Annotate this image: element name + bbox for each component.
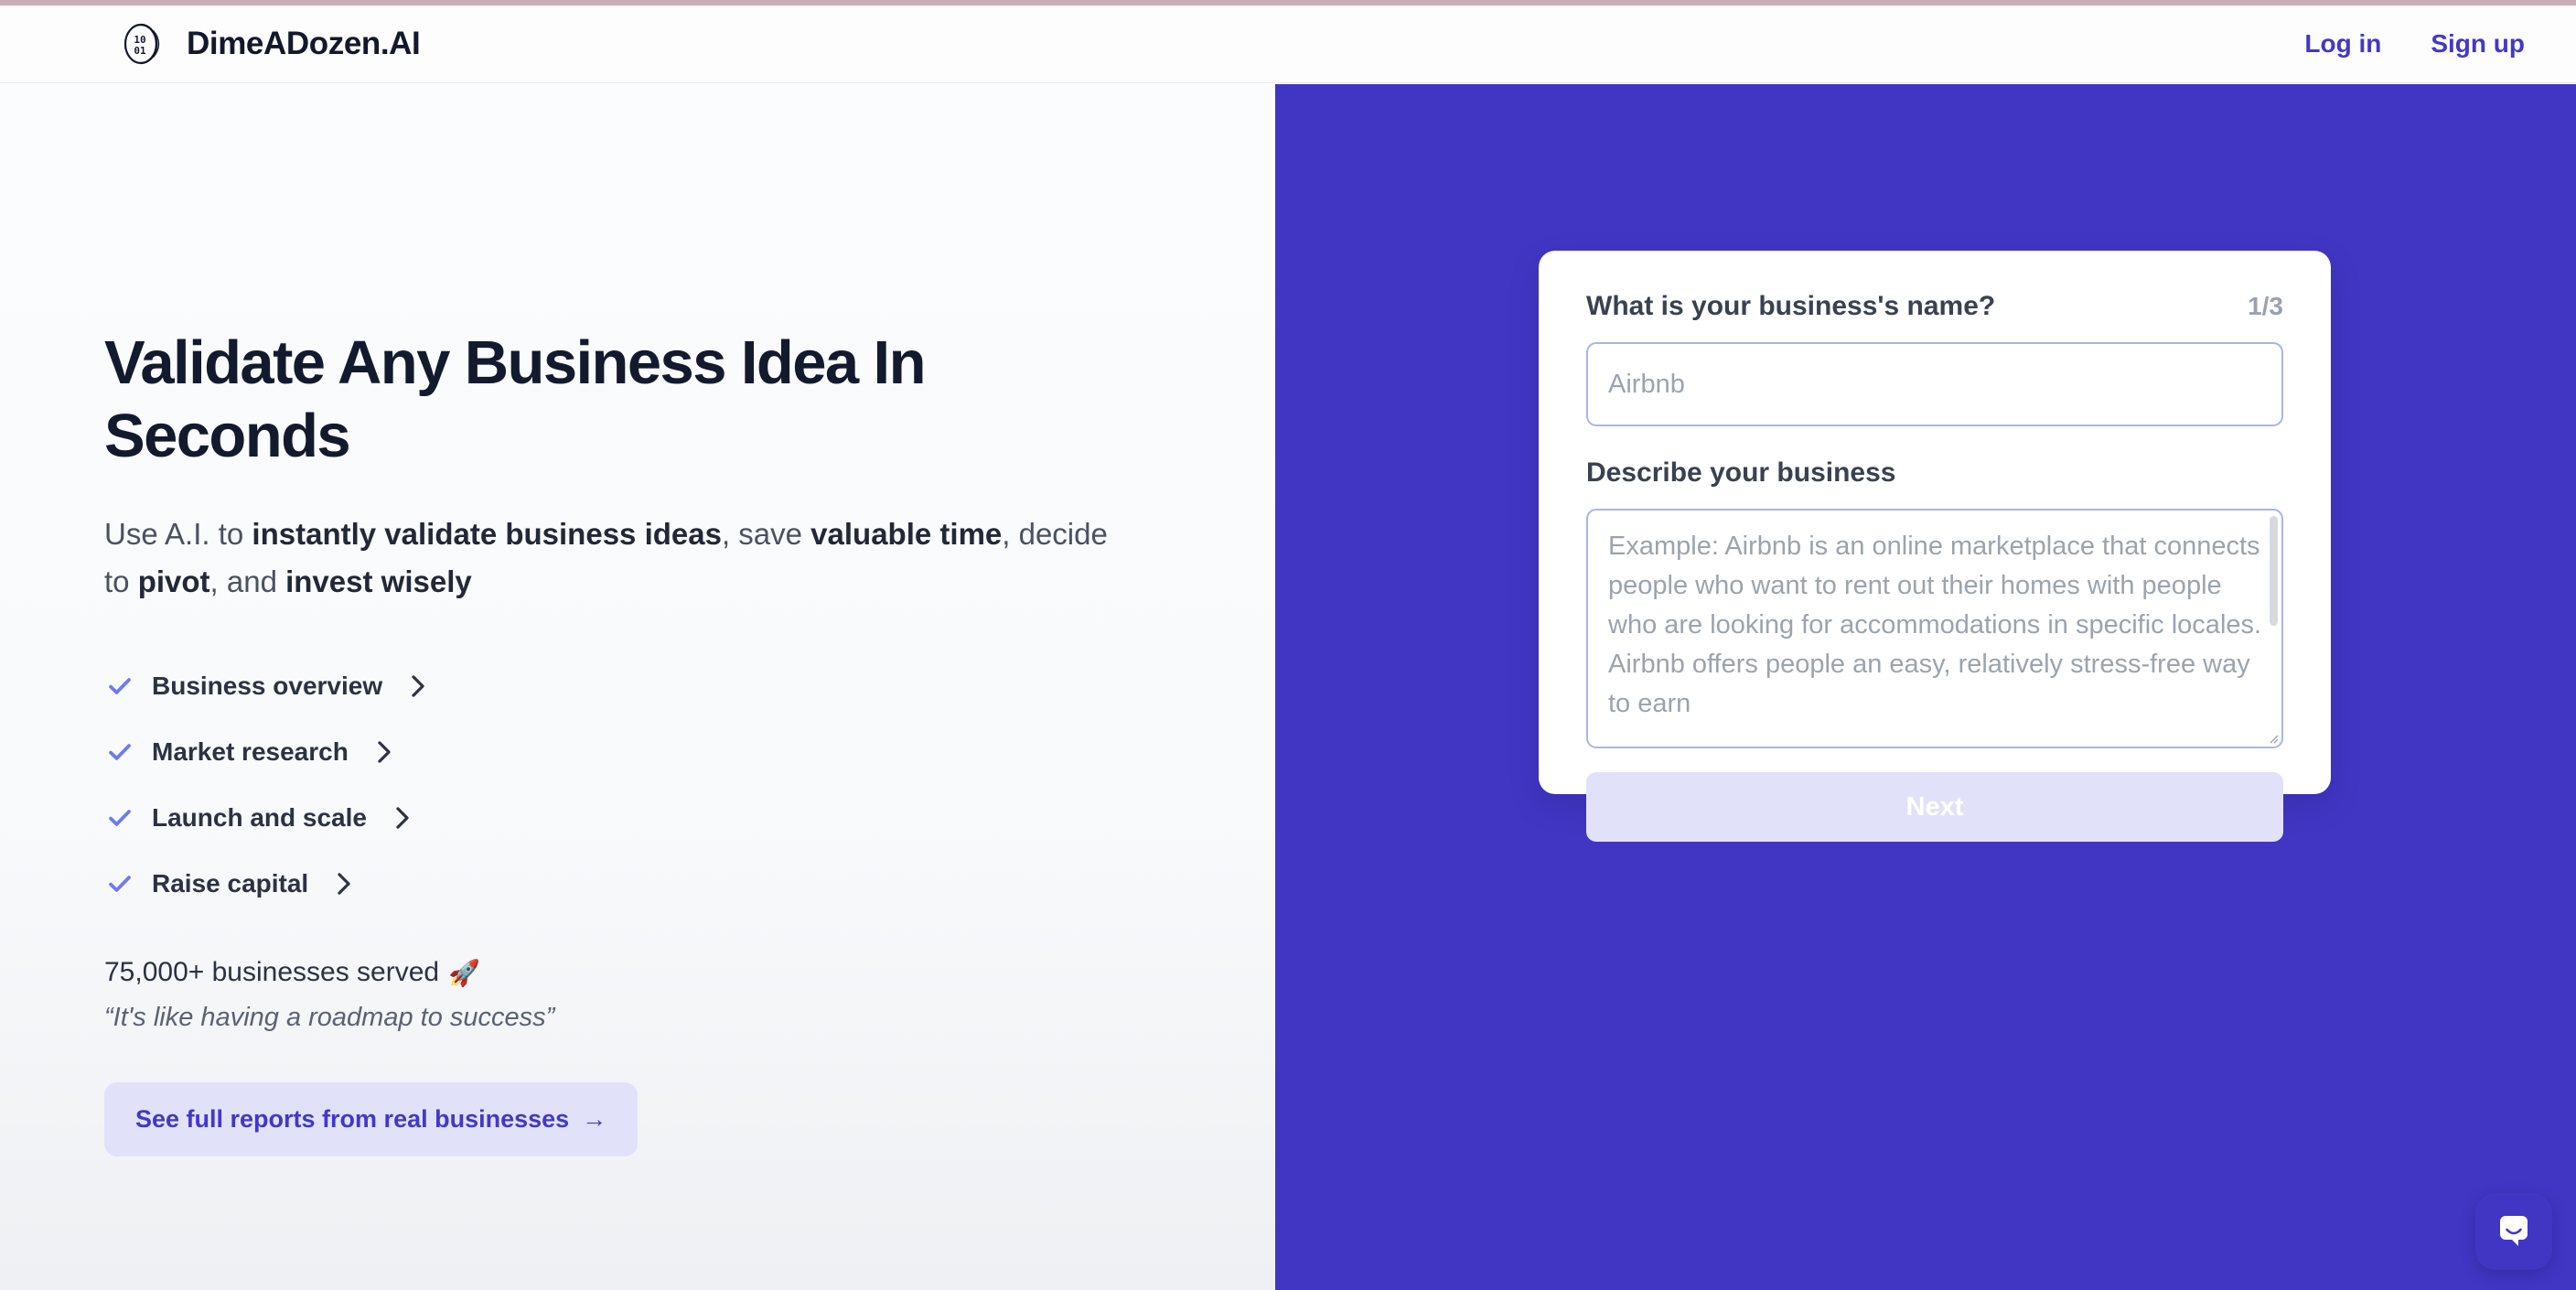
list-item[interactable]: Business overview xyxy=(104,653,1184,719)
site-header: 10 01 DimeADozen.AI Log in Sign up xyxy=(0,5,2576,83)
social-proof: 75,000+ businesses served 🚀 “It's like h… xyxy=(104,957,1184,1033)
textarea-scrollbar[interactable] xyxy=(2270,516,2278,626)
check-icon xyxy=(104,802,135,833)
svg-text:01: 01 xyxy=(134,45,146,57)
page-title: Validate Any Business Idea In Seconds xyxy=(104,328,927,471)
form-question: What is your business's name? xyxy=(1586,291,1996,321)
check-icon xyxy=(104,868,135,899)
brand-name: DimeADozen.AI xyxy=(187,26,421,61)
subhead-bold-3: pivot xyxy=(137,564,210,598)
subhead-bold-4: invest wisely xyxy=(285,564,472,598)
onboarding-form-card: What is your business's name? 1/3 Descri… xyxy=(1539,251,2331,842)
next-button[interactable]: Next xyxy=(1586,772,2283,842)
sidebar-item-label: Market research xyxy=(152,737,349,767)
check-icon xyxy=(104,736,135,768)
see-full-reports-label: See full reports from real businesses xyxy=(135,1105,570,1134)
chevron-right-icon xyxy=(412,675,424,697)
see-full-reports-button[interactable]: See full reports from real businesses → xyxy=(104,1082,639,1157)
chat-launcher-button[interactable] xyxy=(2475,1193,2552,1270)
testimonial-quote: “It's like having a roadmap to success” xyxy=(104,1003,555,1033)
step-counter: 1/3 xyxy=(2248,292,2283,320)
header-nav: Log in Sign up xyxy=(2304,29,2525,59)
rocket-icon: 🚀 xyxy=(448,958,480,987)
business-name-input[interactable] xyxy=(1586,342,2283,426)
brand-logo-group[interactable]: 10 01 DimeADozen.AI xyxy=(119,20,421,68)
businesses-served: 75,000+ businesses served 🚀 xyxy=(104,957,1184,988)
businesses-served-text: 75,000+ businesses served xyxy=(104,957,440,988)
subhead-part-1: Use A.I. to xyxy=(104,516,252,551)
page-body: Validate Any Business Idea In Seconds Us… xyxy=(0,84,2576,1290)
coin-logo-icon: 10 01 xyxy=(123,23,160,65)
business-description-input[interactable]: Example: Airbnb is an online marketplace… xyxy=(1586,509,2283,748)
check-icon xyxy=(104,671,135,702)
chevron-right-icon xyxy=(338,873,350,895)
hero-panel: Validate Any Business Idea In Seconds Us… xyxy=(0,84,1275,1290)
subhead-bold-2: valuable time xyxy=(810,516,1003,551)
business-description-placeholder: Example: Airbnb is an online marketplace… xyxy=(1608,532,2262,718)
list-item[interactable]: Raise capital xyxy=(104,851,1184,917)
signup-link[interactable]: Sign up xyxy=(2431,29,2525,59)
hero-subheading: Use A.I. to instantly validate business … xyxy=(104,511,1138,606)
arrow-right-icon: → xyxy=(582,1105,607,1134)
chevron-right-icon xyxy=(378,741,391,763)
feature-list: Business overview Market research Launch… xyxy=(104,653,1184,917)
form-header: What is your business's name? 1/3 xyxy=(1586,291,2283,322)
subhead-part-2: , save xyxy=(721,516,811,551)
sidebar-item-label: Business overview xyxy=(152,672,383,701)
subhead-bold-1: instantly validate business ideas xyxy=(252,516,722,551)
sidebar-item-label: Launch and scale xyxy=(152,803,367,833)
subhead-part-4: , and xyxy=(209,564,286,598)
list-item[interactable]: Launch and scale xyxy=(104,785,1184,851)
chat-bubble-smile-icon xyxy=(2500,1216,2528,1246)
login-link[interactable]: Log in xyxy=(2304,29,2381,59)
describe-business-label: Describe your business xyxy=(1586,457,1896,488)
sidebar-item-label: Raise capital xyxy=(152,869,309,898)
resize-handle-icon[interactable] xyxy=(2266,731,2279,744)
list-item[interactable]: Market research xyxy=(104,719,1184,785)
chevron-right-icon xyxy=(396,807,409,829)
